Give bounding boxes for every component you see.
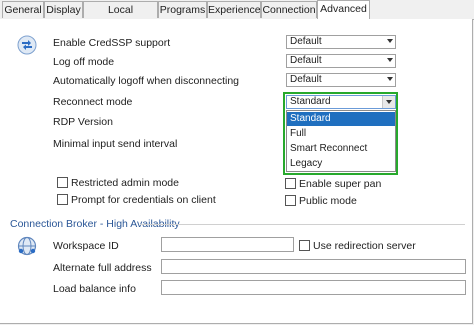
dropdown-button[interactable] xyxy=(382,96,395,108)
logoff-mode-label: Log off mode xyxy=(53,56,115,68)
reconnect-option-full[interactable]: Full xyxy=(287,127,395,141)
reconnect-mode-select[interactable]: Standard xyxy=(286,95,396,109)
tab-advanced[interactable]: Advanced xyxy=(317,0,370,20)
public-mode-label: Public mode xyxy=(299,195,357,207)
super-pan-label: Enable super pan xyxy=(299,178,382,190)
tab-strip: General Display Local Resources Programs… xyxy=(0,0,474,32)
reconnect-option-legacy[interactable]: Legacy xyxy=(287,157,395,171)
reconnect-option-standard[interactable]: Standard xyxy=(287,112,395,126)
reconnect-mode-value: Standard xyxy=(290,96,331,107)
credssp-value: Default xyxy=(290,36,322,47)
auto-logoff-label: Automatically logoff when disconnecting xyxy=(53,75,240,87)
network-globe-icon xyxy=(17,236,37,256)
tab-general[interactable]: General xyxy=(2,1,44,18)
load-balance-label: Load balance info xyxy=(53,283,136,295)
alternate-address-label: Alternate full address xyxy=(53,262,152,274)
chevron-down-icon xyxy=(387,39,393,43)
logoff-mode-value: Default xyxy=(290,55,322,66)
restricted-admin-checkbox[interactable] xyxy=(57,177,68,188)
auto-logoff-value: Default xyxy=(290,74,322,85)
workspace-id-input[interactable] xyxy=(161,237,294,252)
chevron-down-icon xyxy=(387,58,393,62)
credssp-label: Enable CredSSP support xyxy=(53,37,171,49)
prompt-credentials-checkbox[interactable] xyxy=(57,194,68,205)
reconnect-option-smart[interactable]: Smart Reconnect xyxy=(287,142,395,156)
public-mode-checkbox[interactable] xyxy=(285,195,296,206)
tab-connection[interactable]: Connection xyxy=(261,1,317,18)
rdp-version-label: RDP Version xyxy=(53,116,113,128)
credssp-select[interactable]: Default xyxy=(286,35,396,49)
tab-display[interactable]: Display xyxy=(44,1,83,18)
super-pan-checkbox[interactable] xyxy=(285,178,296,189)
use-redirection-label: Use redirection server xyxy=(313,240,416,252)
alternate-address-input[interactable] xyxy=(161,259,466,274)
tab-programs[interactable]: Programs xyxy=(158,1,207,18)
auto-logoff-select[interactable]: Default xyxy=(286,73,396,87)
logoff-mode-select[interactable]: Default xyxy=(286,54,396,68)
workspace-id-label: Workspace ID xyxy=(53,240,119,252)
section-divider xyxy=(140,224,465,225)
chevron-down-icon xyxy=(387,77,393,81)
load-balance-input[interactable] xyxy=(161,280,466,295)
reconnect-mode-dropdown: Standard Full Smart Reconnect Legacy xyxy=(286,110,396,172)
tab-local-resources[interactable]: Local Resources xyxy=(83,1,158,32)
prompt-credentials-label: Prompt for credentials on client xyxy=(71,194,216,206)
reconnect-mode-label: Reconnect mode xyxy=(53,96,133,108)
tab-experience[interactable]: Experience xyxy=(207,1,261,18)
use-redirection-checkbox[interactable] xyxy=(299,240,310,251)
restricted-admin-label: Restricted admin mode xyxy=(71,177,179,189)
chevron-down-icon xyxy=(386,100,392,104)
remote-desktop-arrows-icon xyxy=(17,35,37,55)
min-input-label: Minimal input send interval xyxy=(53,138,178,150)
